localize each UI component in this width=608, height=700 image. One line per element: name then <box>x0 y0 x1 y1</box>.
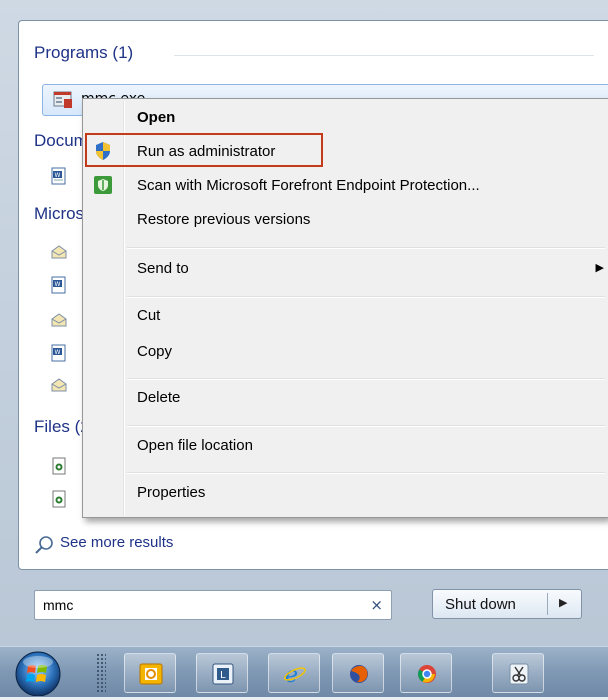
taskbar-button-outlook[interactable] <box>124 653 176 693</box>
see-more-results-link[interactable]: See more results <box>60 534 173 551</box>
taskbar-button-chrome[interactable] <box>400 653 452 693</box>
chrome-icon <box>417 665 436 683</box>
search-input[interactable] <box>43 595 363 615</box>
menu-item-open-file-location[interactable]: Open file location <box>137 437 253 454</box>
email-icon[interactable] <box>50 311 68 329</box>
lync-icon: L <box>212 663 234 685</box>
firefox-icon <box>350 665 368 683</box>
start-orb-button[interactable] <box>8 648 68 697</box>
file-icon[interactable] <box>50 490 68 508</box>
snipping-tool-icon <box>509 663 529 685</box>
menu-item-copy[interactable]: Copy <box>137 343 172 360</box>
svg-text:W: W <box>55 172 61 179</box>
forefront-shield-icon <box>93 175 113 199</box>
file-icon[interactable] <box>50 457 68 475</box>
email-icon[interactable] <box>50 376 68 394</box>
menu-separator <box>127 472 605 474</box>
menu-item-open[interactable]: Open <box>137 109 175 126</box>
taskbar-button-snipping-tool[interactable] <box>492 653 544 693</box>
menu-item-scan-forefront[interactable]: Scan with Microsoft Forefront Endpoint P… <box>137 177 480 194</box>
search-box[interactable]: × <box>34 590 392 620</box>
taskbar-button-internet-explorer[interactable]: e <box>268 653 320 693</box>
taskbar-button-lync[interactable]: L <box>196 653 248 693</box>
word-document-icon[interactable]: W <box>50 167 68 185</box>
submenu-arrow-icon: ▶ <box>595 261 604 274</box>
menu-separator <box>127 247 605 249</box>
menu-item-properties[interactable]: Properties <box>137 484 205 501</box>
menu-item-restore-previous-versions[interactable]: Restore previous versions <box>137 211 310 228</box>
menu-separator <box>127 296 605 298</box>
programs-group-header[interactable]: Programs (1) <box>34 43 174 63</box>
word-document-icon[interactable]: W <box>50 276 68 294</box>
svg-text:L: L <box>220 670 226 681</box>
documents-group-header[interactable]: Documents (1) <box>34 131 82 151</box>
uac-shield-icon <box>93 141 113 165</box>
email-icon[interactable] <box>50 243 68 261</box>
internet-explorer-icon: e <box>284 663 306 685</box>
group-divider <box>174 55 594 56</box>
shutdown-divider <box>547 593 548 615</box>
menu-item-delete[interactable]: Delete <box>137 389 180 406</box>
menu-item-cut[interactable]: Cut <box>137 307 160 324</box>
shutdown-options-arrow-icon[interactable]: ▶ <box>559 596 567 609</box>
mmc-icon <box>53 91 73 113</box>
context-menu: Open Run as administrator Scan with Micr… <box>82 98 608 518</box>
taskbar-button-firefox[interactable] <box>332 653 384 693</box>
clear-search-icon[interactable]: × <box>370 596 383 614</box>
taskbar: L e <box>0 646 608 697</box>
files-group-header[interactable]: Files (2) <box>34 417 82 437</box>
word-document-icon[interactable]: W <box>50 344 68 362</box>
svg-text:W: W <box>55 281 61 288</box>
taskbar-grip[interactable] <box>96 653 106 693</box>
menu-separator <box>127 425 605 427</box>
outlook-icon <box>139 663 163 685</box>
shutdown-button-group: Shut down ▶ <box>432 589 582 619</box>
menu-separator <box>127 378 605 380</box>
shutdown-button[interactable]: Shut down <box>445 596 516 613</box>
search-magnifier-icon <box>34 535 54 555</box>
menu-item-send-to[interactable]: Send to <box>137 260 189 277</box>
svg-text:W: W <box>55 349 61 356</box>
menu-item-run-as-administrator[interactable]: Run as administrator <box>137 143 275 160</box>
outlook-group-header[interactable]: Microsoft Outlook (5) <box>34 204 82 224</box>
